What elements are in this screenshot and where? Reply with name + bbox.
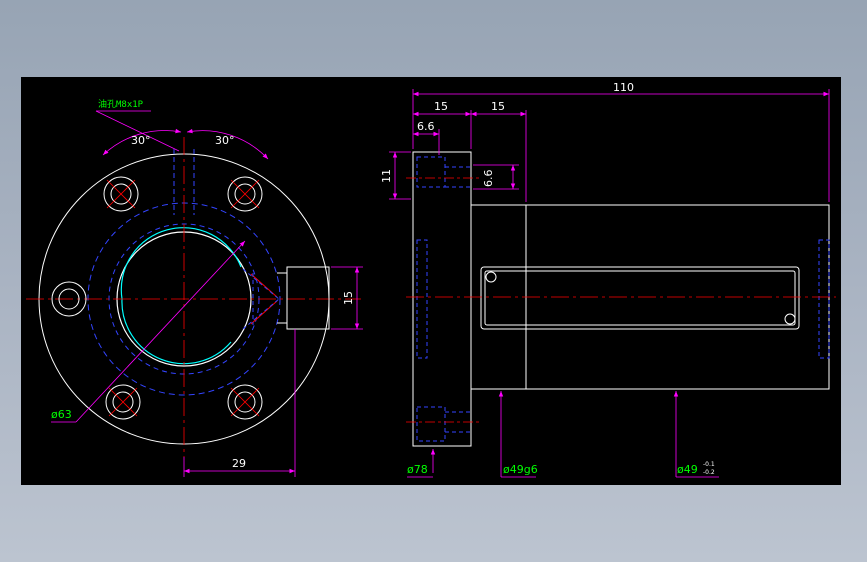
dim-29-label: 29 [232,457,246,470]
flange-hidden-bottom [416,406,446,442]
side-nozzle [242,266,330,330]
phi63-leader [75,240,246,423]
bolt-hole-top-right [227,176,263,212]
tolerance-lower: -0.2 [703,469,715,476]
flange-hidden-top [416,156,446,188]
front-view: 油孔M8x1P 30° 30° 15 29 ø63 [26,98,363,477]
dim-phi49g6-label: ø49g6 [503,463,538,476]
flange-hidden-mid [416,239,428,359]
dim-phi78-label: ø78 [407,463,428,476]
ball-screw-nut-drawing: 油孔M8x1P 30° 30° 15 29 ø63 110 15 15 6.6 … [26,81,836,478]
side-view: 110 15 15 6.6 11 6.6 ø78 ø49g6 ø49 -0.1 [380,81,836,478]
dim-110-label: 110 [613,81,634,94]
angle-right-label: 30° [215,134,235,147]
end-hidden [818,239,830,359]
dim-15-label: 15 [342,291,355,305]
tube-recess-inner [484,270,796,326]
dim-11-label: 11 [380,169,393,183]
flange-body [412,151,472,447]
thread-arc [120,227,242,300]
dim-phi63-label: ø63 [51,408,72,421]
dim-6-6b-label: 6.6 [482,170,495,188]
angle-left-label: 30° [131,134,151,147]
bolt-hole-bottom-right [227,384,263,420]
screw-right [784,313,796,325]
dim-phi49-label: ø49 [677,463,698,476]
screw-left [485,271,497,283]
dim-6-6a-label: 6.6 [417,120,435,133]
cad-drawing-canvas[interactable]: 油孔M8x1P 30° 30° 15 29 ø63 110 15 15 6.6 … [21,77,841,485]
tolerance-upper: -0.1 [703,461,715,468]
tube-recess-outer [480,266,800,330]
bolt-hole-top-left [103,176,139,212]
dim-15b-label: 15 [491,100,505,113]
oil-hole-label: 油孔M8x1P [98,98,144,110]
dim-15a-label: 15 [434,100,448,113]
thread-arc-2 [121,298,232,365]
bolt-hole-bottom-left [105,384,141,420]
